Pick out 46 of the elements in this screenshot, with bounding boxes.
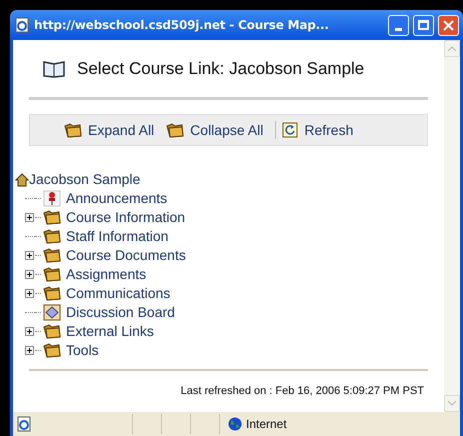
window-title: http://webschool.csd509j.net - Course Map...: [34, 17, 330, 34]
folder-icon: [64, 122, 82, 138]
toolbar-button[interactable]: Expand All: [88, 120, 154, 140]
close-icon: [443, 20, 454, 30]
folder-icon: [166, 122, 184, 138]
page-icon: [16, 416, 32, 432]
expand-toggle[interactable]: [25, 270, 34, 279]
tree-link[interactable]: Discussion Board: [66, 302, 175, 323]
expand-toggle[interactable]: [25, 346, 34, 355]
zone-label: Internet: [246, 416, 287, 433]
tree-link[interactable]: Communications: [66, 283, 170, 304]
tree-link[interactable]: Jacobson Sample: [29, 169, 140, 190]
refresh-icon: [282, 122, 298, 138]
folder-icon: [43, 210, 61, 225]
tree-link[interactable]: Course Documents: [66, 245, 186, 266]
folder-icon: [43, 267, 61, 282]
tree-link[interactable]: Assignments: [66, 264, 146, 285]
chevron-up-icon: [448, 46, 456, 51]
board-icon: [43, 304, 61, 321]
book-icon: [43, 60, 65, 78]
expand-toggle[interactable]: [25, 213, 34, 222]
toolbar-button[interactable]: Collapse All: [190, 120, 264, 140]
folder-icon: [43, 343, 61, 358]
folder-icon: [43, 324, 61, 339]
tree-link[interactable]: Staff Information: [66, 226, 168, 247]
expand-toggle[interactable]: [25, 327, 34, 336]
folder-icon: [43, 286, 61, 301]
toolbar-button[interactable]: Refresh: [304, 120, 354, 140]
page-heading: Select Course Link: Jacobson Sample: [77, 58, 364, 80]
close-button[interactable]: [438, 14, 459, 36]
last-refreshed-text: Last refreshed on : Feb 16, 2006 5:09:27 PM PST: [180, 384, 424, 400]
expand-toggle[interactable]: [25, 289, 34, 298]
home-icon: [15, 172, 29, 186]
globe-icon: [228, 417, 242, 431]
browser-icon: [14, 17, 30, 33]
tree-link[interactable]: Announcements: [66, 188, 168, 209]
pushpin-icon: [43, 190, 61, 207]
folder-icon: [43, 248, 61, 263]
tree-link[interactable]: Course Information: [66, 207, 186, 228]
tree-link[interactable]: Tools: [66, 340, 99, 361]
tree-link[interactable]: External Links: [66, 321, 154, 342]
folder-icon: [43, 229, 61, 244]
maximize-button[interactable]: [413, 14, 434, 36]
minimize-button[interactable]: [388, 14, 409, 36]
chevron-down-icon: [448, 401, 456, 406]
expand-toggle[interactable]: [25, 251, 34, 260]
